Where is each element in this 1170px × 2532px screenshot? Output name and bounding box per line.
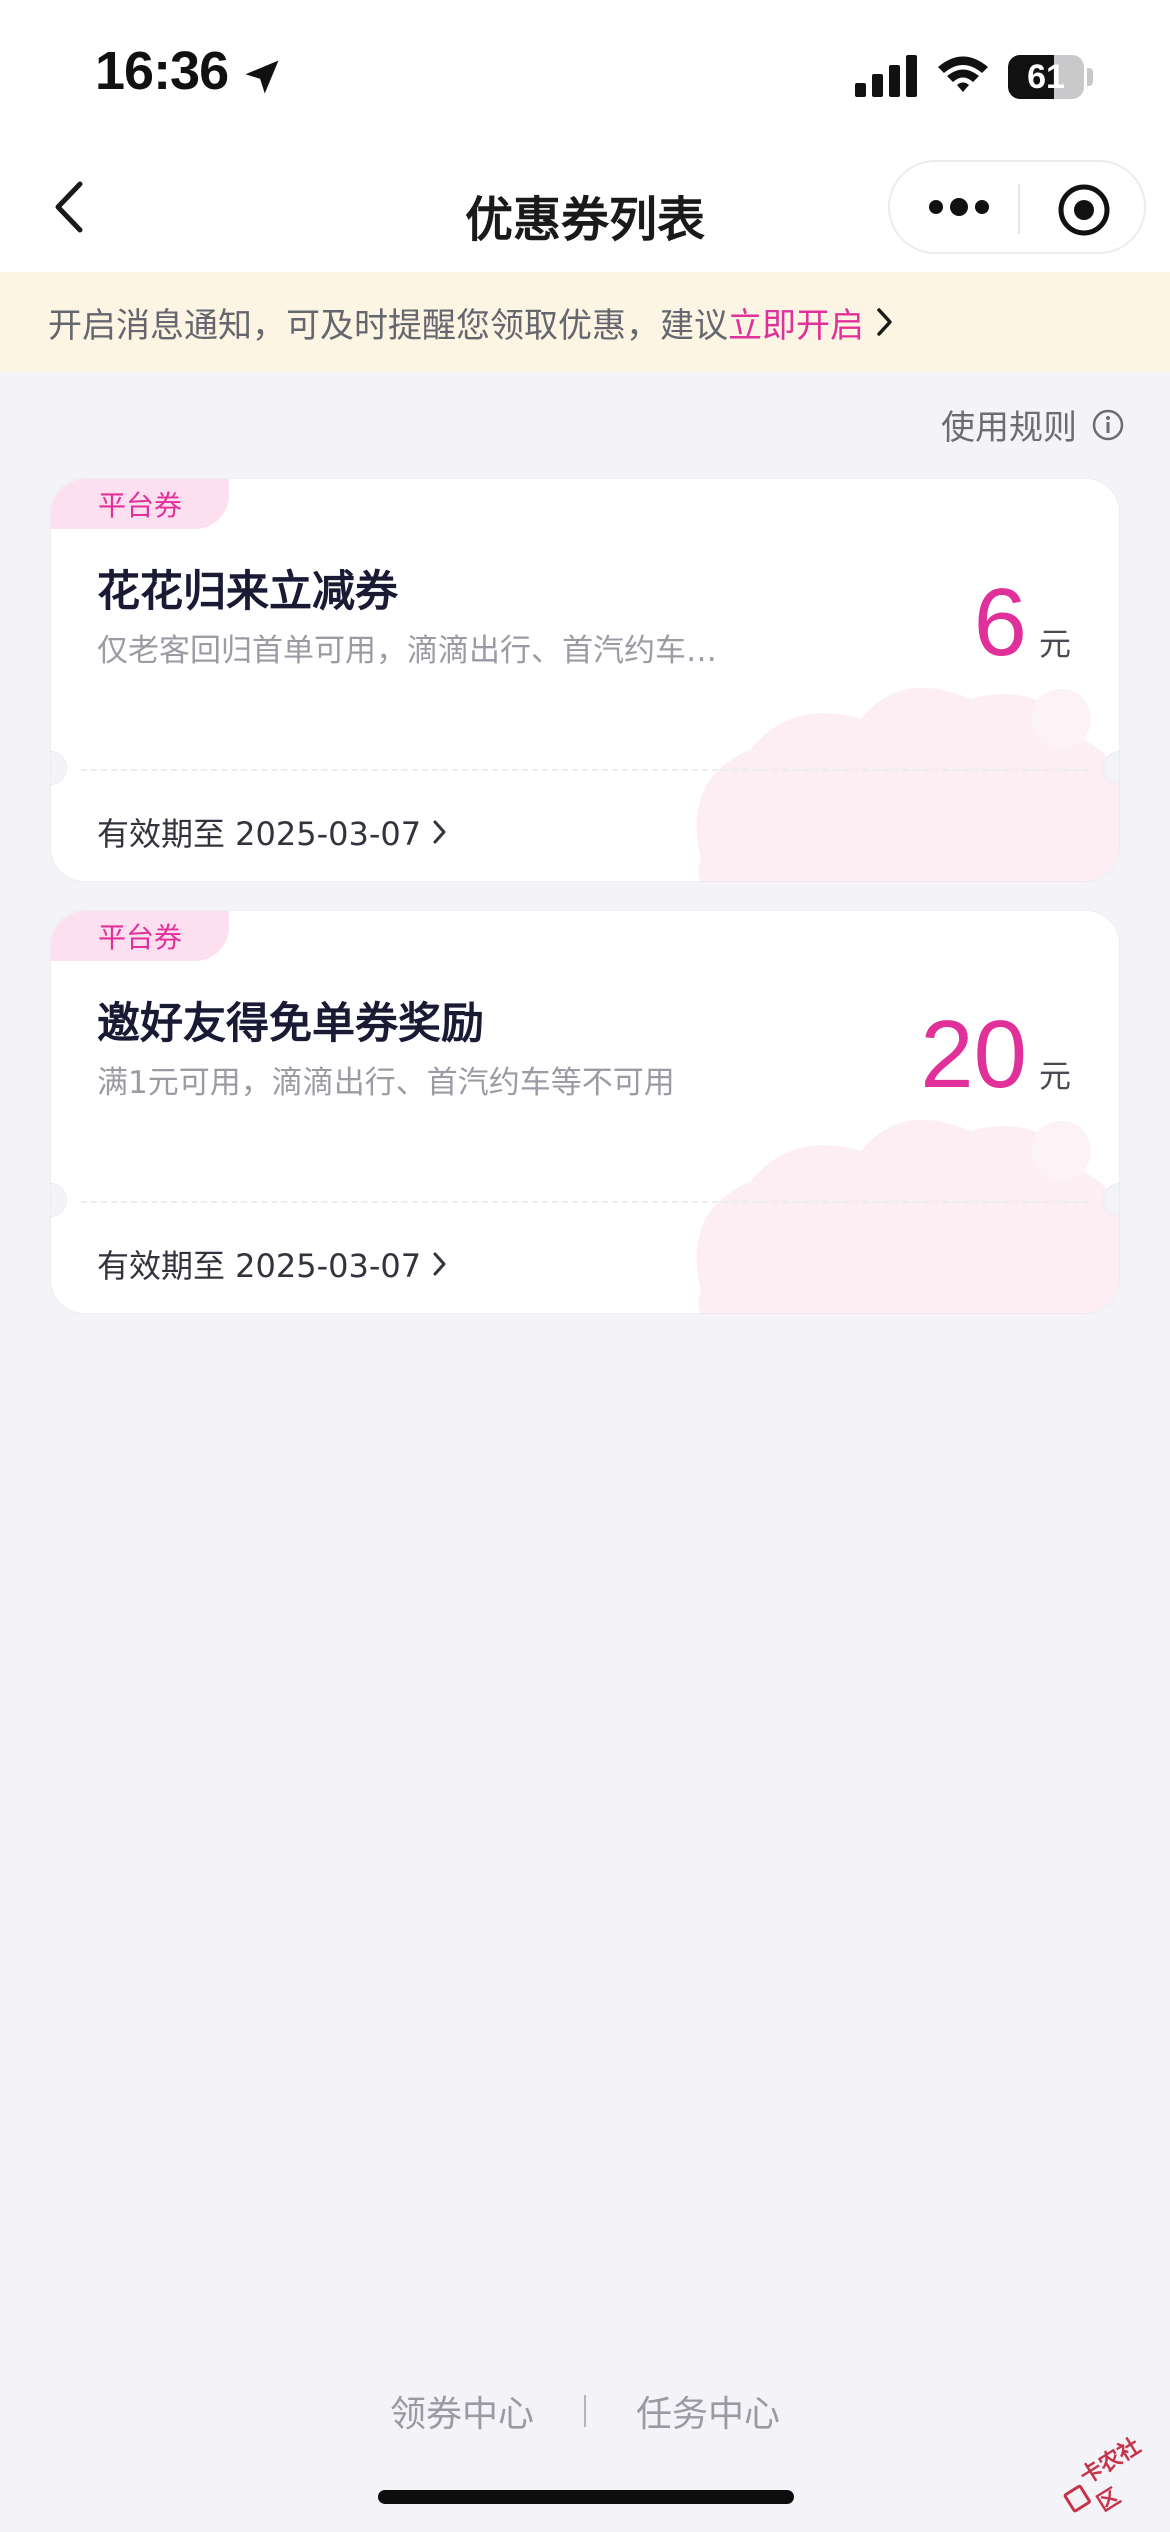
battery-nub <box>1087 68 1093 86</box>
capsule-divider <box>1018 184 1020 234</box>
notification-banner[interactable]: 开启消息通知，可及时提醒您领取优惠，建议 立即开启 <box>0 272 1170 372</box>
coupon-expiry[interactable]: 有效期至 2025-03-07 <box>97 809 449 855</box>
home-indicator[interactable] <box>378 2490 794 2504</box>
info-icon <box>1092 409 1124 440</box>
close-target-icon[interactable] <box>1056 182 1112 238</box>
coupon-notch-left <box>51 1183 67 1217</box>
chevron-right-icon <box>877 308 892 336</box>
coupon-amount-value: 6 <box>973 569 1027 676</box>
task-center-link[interactable]: 任务中心 <box>636 2385 780 2437</box>
notice-text: 开启消息通知，可及时提醒您领取优惠，建议 <box>48 305 728 346</box>
usage-rules-label: 使用规则 <box>941 408 1077 448</box>
status-time: 16:36 <box>95 41 229 101</box>
location-arrow-icon <box>245 60 279 94</box>
coupon-expiry[interactable]: 有效期至 2025-03-07 <box>97 1241 449 1287</box>
enable-notification-link[interactable]: 立即开启 <box>728 298 864 347</box>
coupon-amount: 20 元 <box>920 1007 1071 1103</box>
wifi-icon <box>938 56 988 92</box>
coupon-tag: 平台券 <box>51 479 229 529</box>
coupon-amount-unit: 元 <box>1038 625 1071 663</box>
coupon-expiry-text: 有效期至 2025-03-07 <box>97 1247 422 1285</box>
coupon-divider <box>81 1201 1089 1203</box>
coupon-description: 仅老客回归首单可用，滴滴出行、首汽约车… <box>97 633 717 669</box>
chevron-right-icon <box>433 1252 446 1276</box>
mini-program-capsule <box>888 160 1146 254</box>
coupon-amount-unit: 元 <box>1038 1057 1071 1095</box>
coupon-expiry-text: 有效期至 2025-03-07 <box>97 815 422 853</box>
chevron-right-icon <box>433 820 446 844</box>
coupon-tag: 平台券 <box>51 911 229 961</box>
coupon-title: 花花归来立减券 <box>97 567 398 617</box>
cellular-signal-icon <box>855 55 917 97</box>
more-dots-icon[interactable] <box>928 192 990 222</box>
usage-rules-link[interactable]: 使用规则 <box>941 400 1125 449</box>
coupon-notch-left <box>51 751 67 785</box>
coupon-title: 邀好友得免单券奖励 <box>97 999 484 1049</box>
coupon-amount: 6 元 <box>974 575 1071 671</box>
coupon-card[interactable]: 平台券 邀好友得免单券奖励 满1元可用，滴滴出行、首汽约车等不可用 20 元 有… <box>50 910 1120 1314</box>
coupon-divider <box>81 769 1089 771</box>
bottom-links: 领券中心 任务中心 <box>0 2385 1170 2437</box>
coupon-amount-value: 20 <box>920 1001 1027 1108</box>
coupon-description: 满1元可用，滴滴出行、首汽约车等不可用 <box>97 1065 675 1101</box>
battery-icon: 61 <box>1008 55 1084 99</box>
nav-bar: 优惠券列表 <box>0 150 1170 272</box>
bottom-links-divider <box>584 2395 586 2427</box>
coupon-card[interactable]: 平台券 花花归来立减券 仅老客回归首单可用，滴滴出行、首汽约车… 6 元 有效期… <box>50 478 1120 882</box>
battery-percentage: 61 <box>1027 57 1065 96</box>
status-bar: 16:36 61 <box>0 0 1170 150</box>
coupon-center-link[interactable]: 领券中心 <box>390 2385 534 2437</box>
